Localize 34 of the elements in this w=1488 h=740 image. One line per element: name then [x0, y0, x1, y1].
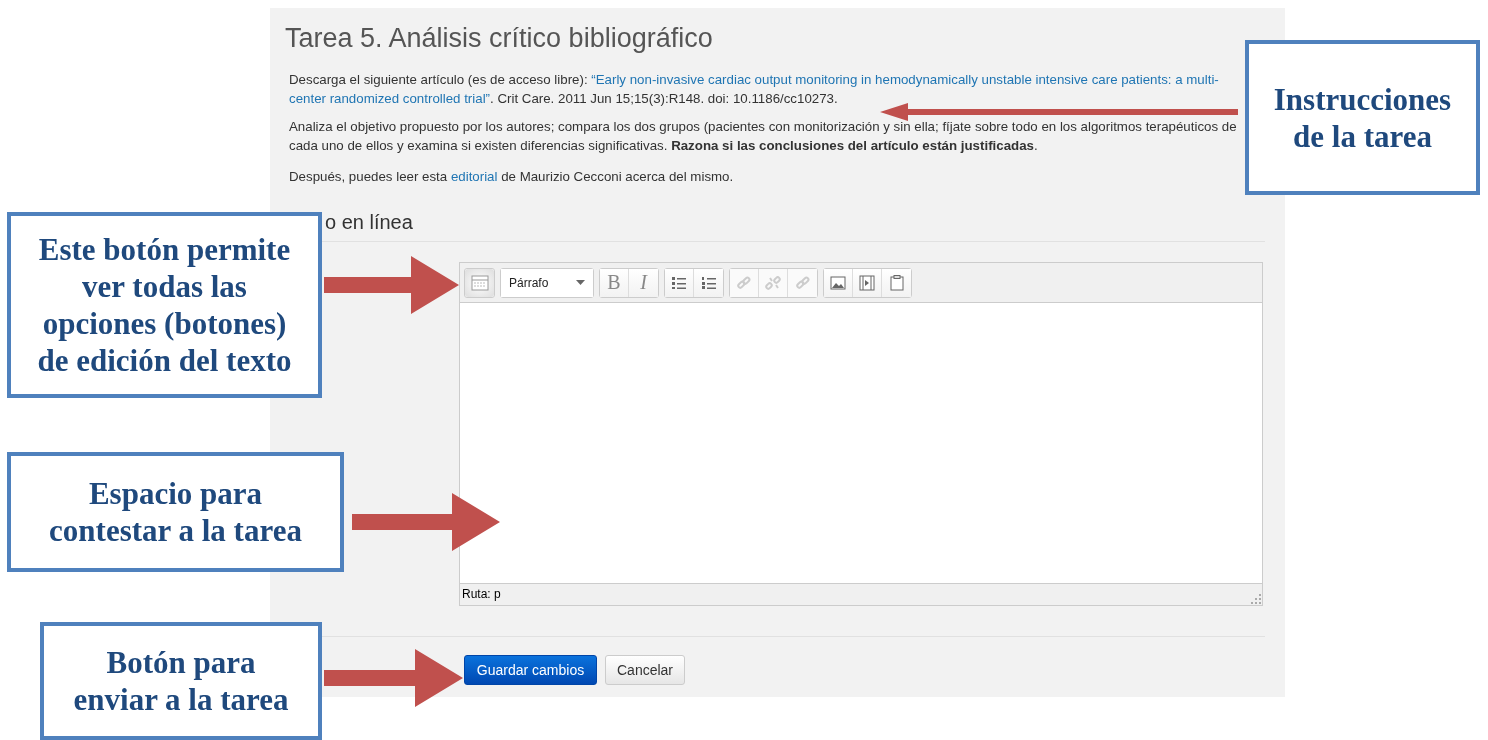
- image-button[interactable]: [824, 268, 853, 297]
- page-title: Tarea 5. Análisis crítico bibliográfico: [285, 22, 714, 54]
- text-editor[interactable]: Párrafo B I Ruta: p: [459, 262, 1263, 606]
- clipboard-icon: [889, 274, 904, 291]
- numbered-list-button[interactable]: [694, 268, 723, 297]
- element-path: Ruta: p: [462, 587, 501, 601]
- callout-text: Botón para enviar a la tarea: [73, 644, 289, 718]
- save-button[interactable]: Guardar cambios: [464, 655, 597, 685]
- toolbar-toggle-icon: [470, 274, 489, 291]
- callout-text: Espacio para contestar a la tarea: [49, 475, 302, 549]
- unlink-icon: [765, 274, 781, 291]
- link-icon: [736, 274, 752, 291]
- cancel-button[interactable]: Cancelar: [605, 655, 685, 685]
- section-heading: o en línea: [325, 211, 413, 233]
- link-icon: [794, 274, 811, 291]
- text-link[interactable]: editorial: [450, 169, 498, 184]
- resize-grip-icon[interactable]: [1251, 594, 1261, 604]
- bullet-list-button[interactable]: [665, 268, 694, 297]
- italic-button[interactable]: I: [629, 268, 658, 297]
- bold-button[interactable]: B: [600, 268, 629, 297]
- caret-icon: [576, 280, 585, 285]
- paste-button[interactable]: [882, 268, 911, 297]
- callout-text: Este botón permite ver todas las opciones (botones) de edición del texto: [37, 231, 292, 379]
- bullet-list-icon: [671, 275, 687, 290]
- format-dropdown[interactable]: Párrafo: [501, 268, 593, 297]
- instruction-paragraph: Analiza el objetivo propuesto por los autores; compara los dos grupos (pacientes con monitorización y sin ella; fíjate sobre todo en los algoritmos terapéuticos de cada uno de ellos y examina si existen diferencias significativas. Razona si las conclusiones del artículo están justificadas.: [289, 118, 1238, 155]
- toolbar-toggle-button[interactable]: [465, 268, 494, 297]
- text-link[interactable]: “Early non-invasive cardiac output monitoring in hemodynamically unstable intensive care patients: a multi-: [591, 72, 1219, 87]
- callout-text: Instrucciones de la tarea: [1273, 80, 1452, 155]
- numbered-list-icon: [700, 275, 717, 290]
- film-icon: [859, 274, 875, 291]
- media-button[interactable]: [853, 268, 882, 297]
- image-icon: [830, 275, 846, 290]
- text-link[interactable]: center randomized controlled trial”: [289, 91, 491, 106]
